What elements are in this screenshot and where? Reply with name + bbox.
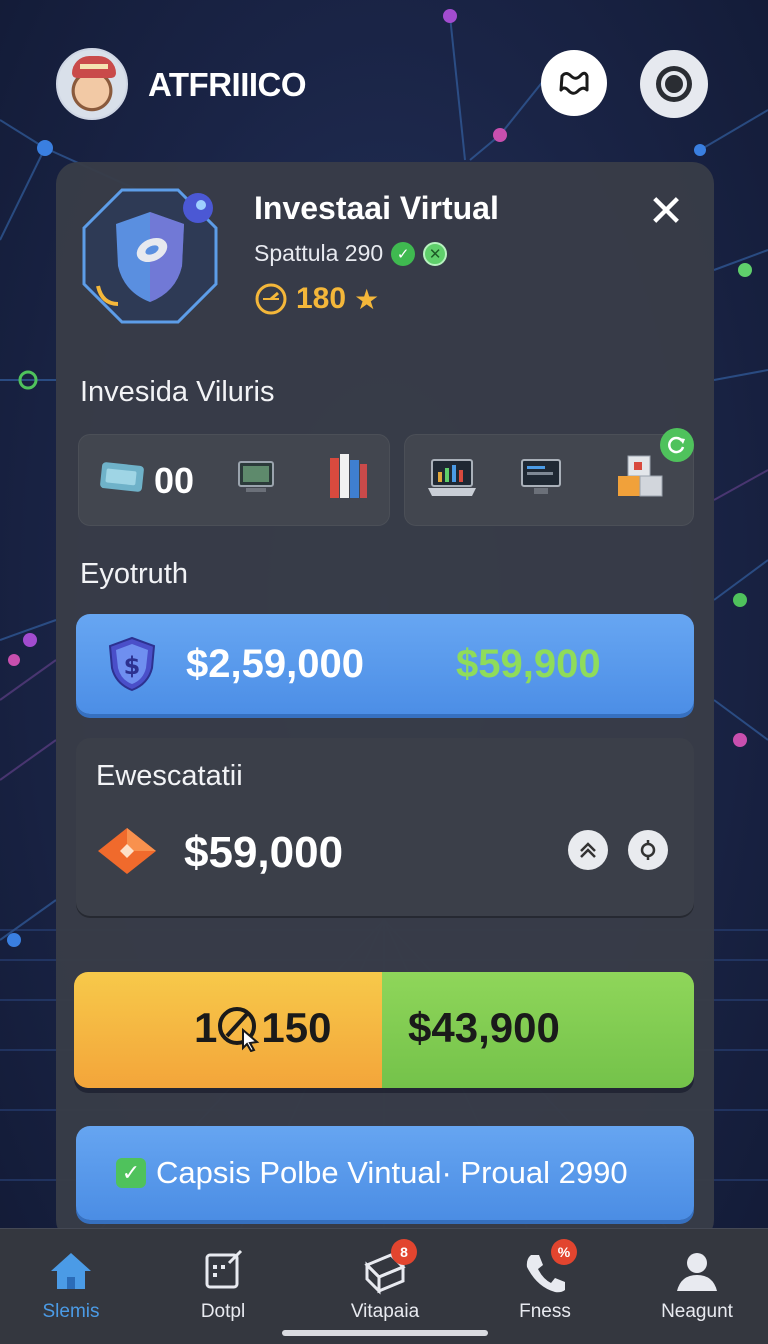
dollar-shield-icon: $ xyxy=(108,636,156,692)
target-button[interactable] xyxy=(628,830,668,870)
nav-label: Neagunt xyxy=(661,1301,733,1322)
item-rating: 180 xyxy=(296,282,347,315)
map-button[interactable] xyxy=(541,50,607,116)
avatar[interactable] xyxy=(56,48,128,120)
split-right-segment: $43,900 xyxy=(382,972,694,1088)
nav-badge: % xyxy=(551,1239,577,1265)
refresh-icon xyxy=(668,436,685,454)
value-primary: $2,59,000 xyxy=(186,642,364,686)
profile-icon xyxy=(677,1253,717,1291)
bottom-nav: Slemis Dotpl 8 Vitapaia % Fness Neagunt xyxy=(0,1228,768,1344)
split-stat-bar[interactable]: 1 150 $43,900 xyxy=(74,972,694,1088)
nav-badge: 8 xyxy=(391,1239,417,1265)
top-header: ATFRIIICO xyxy=(56,48,716,120)
nav-item-home[interactable]: Slemis xyxy=(6,1247,136,1323)
star-icon: ★ xyxy=(354,283,380,315)
timer-dial-icon xyxy=(255,283,287,315)
cursor-dial-icon xyxy=(218,1007,260,1052)
section-value-title: Eyotruth xyxy=(80,558,188,590)
target-icon xyxy=(640,840,656,860)
nav-item-dotpl[interactable]: Dotpl xyxy=(158,1247,288,1323)
item-subtitle-row: Spattula 290 ✓ ✕ xyxy=(254,240,448,267)
nav-label: Fness xyxy=(519,1301,571,1322)
avatar-hat xyxy=(72,56,116,78)
shield-icon xyxy=(82,188,218,324)
slot-count: 00 xyxy=(154,460,195,501)
nav-item-vitapaia[interactable]: 8 Vitapaia xyxy=(320,1239,450,1323)
item-name: Investaai Virtual xyxy=(254,190,499,226)
split-right-value: $43,900 xyxy=(408,1004,560,1051)
split-left-value-row: 1 150 xyxy=(194,1004,331,1052)
slot-group-left[interactable]: 00 xyxy=(78,434,390,526)
gem-icon xyxy=(98,828,156,874)
nav-label: Vitapaia xyxy=(350,1301,420,1322)
nav-label: Slemis xyxy=(42,1301,100,1322)
value-bar[interactable]: $ $2,59,000 $59,900 xyxy=(76,614,694,714)
item-subtitle: Spattula 290 xyxy=(254,240,384,266)
settings-button[interactable] xyxy=(640,50,708,118)
svg-text:$: $ xyxy=(124,652,141,680)
item-rating-row: 180 ★ xyxy=(254,282,379,316)
map-icon xyxy=(559,71,589,95)
item-detail-panel: Investaai Virtual Spattula 290 ✓ ✕ 180 ★… xyxy=(56,162,714,1242)
confirm-cta-button[interactable]: ✓ Capsis Polbe Vintual· Proual 2990 xyxy=(76,1126,694,1220)
split-left-prefix: 1 xyxy=(194,1004,218,1051)
home-indicator[interactable] xyxy=(282,1330,488,1336)
books-icon xyxy=(330,454,367,498)
item-badge xyxy=(80,186,220,326)
nav-label: Dotpl xyxy=(200,1301,246,1322)
nav-item-fness[interactable]: % Fness xyxy=(480,1239,610,1323)
app-title: ATFRIIICO xyxy=(148,66,307,103)
ticket-icon xyxy=(100,462,144,492)
checkbox-icon: ✓ xyxy=(116,1158,146,1188)
home-icon xyxy=(51,1253,91,1289)
laptop-chart-icon xyxy=(428,459,476,496)
cta-label: Capsis Polbe Vintual· Proual 2990 xyxy=(156,1155,628,1190)
verified-badge-icon: ✕ xyxy=(423,241,448,266)
split-left-value: 150 xyxy=(261,1004,332,1051)
verified-check-icon: ✓ xyxy=(391,241,416,266)
monitor-icon xyxy=(238,461,274,492)
section-slots-title: Invesida Viluris xyxy=(80,376,275,408)
close-button[interactable]: ✕ xyxy=(644,190,688,234)
exchange-title: Ewescatatii xyxy=(96,760,243,792)
boost-button[interactable] xyxy=(568,830,608,870)
nav-item-neagunt[interactable]: Neagunt xyxy=(632,1247,762,1323)
double-chevron-up-icon xyxy=(580,842,596,858)
exchange-card[interactable]: Ewescatatii $59,000 xyxy=(76,738,694,916)
split-left-segment: 1 150 xyxy=(74,972,382,1088)
desktop-icon xyxy=(521,459,561,494)
slot-group-right[interactable] xyxy=(404,428,694,526)
value-secondary: $59,900 xyxy=(456,642,601,686)
add-slot-button[interactable] xyxy=(660,428,694,462)
calendar-edit-icon xyxy=(205,1249,243,1289)
settings-ring-icon xyxy=(656,66,692,102)
exchange-value: $59,000 xyxy=(184,828,344,877)
boxes-icon xyxy=(618,455,663,497)
